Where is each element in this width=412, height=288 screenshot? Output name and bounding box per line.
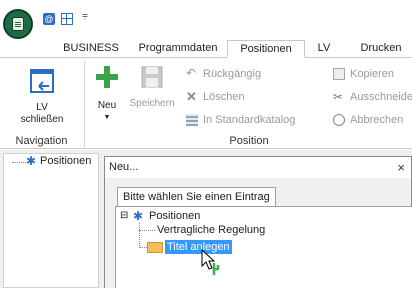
ribbon: LV schließen Navigation Neu ▼ Speichern … [0, 57, 412, 149]
save-icon [141, 66, 163, 88]
ribbon-tabs: BUSINESS Programmdaten Positionen LV Dru… [0, 40, 412, 58]
tab-drucken[interactable]: Drucken [352, 40, 410, 58]
cancel-icon [333, 114, 345, 126]
neu-button[interactable]: Neu ▼ [90, 64, 124, 124]
ausschneiden-label: Ausschneide [350, 91, 412, 103]
speichern-button[interactable]: Speichern [128, 64, 176, 110]
grid-icon[interactable] [61, 13, 73, 25]
app-orb-icon[interactable] [3, 9, 33, 39]
close-lv-icon [30, 69, 54, 93]
tree-item-vertragliche-regelung[interactable]: Vertragliche Regelung [157, 223, 265, 237]
group-separator [84, 61, 85, 148]
tab-choose-entry[interactable]: Bitte wählen Sie einen Eintrag [117, 187, 276, 206]
neu-label: Neu [97, 100, 117, 111]
loeschen-label: Löschen [203, 91, 245, 103]
undo-icon: ↶ [186, 66, 197, 80]
tab-lv[interactable]: LV [312, 40, 336, 58]
puzzle-icon: ✱ [133, 209, 144, 223]
title-bar: @ ⩦ [0, 0, 412, 40]
abbrechen-label: Abbrechen [350, 114, 404, 126]
lv-label-line1: LV [36, 102, 48, 113]
tree-item-positionen[interactable]: Positionen [40, 154, 91, 168]
speichern-label: Speichern [129, 98, 175, 109]
tree-connector [139, 223, 140, 248]
plus-icon [96, 66, 118, 88]
tree-connector [139, 230, 155, 231]
close-icon[interactable]: × [397, 160, 405, 175]
folder-icon [147, 242, 163, 253]
tab-programmdaten[interactable]: Programmdaten [134, 40, 222, 58]
chevron-down-icon: ▼ [103, 114, 111, 121]
cut-icon: ✂ [333, 90, 344, 104]
group-label-position: Position [229, 135, 269, 147]
group-label-navigation: Navigation [15, 135, 68, 147]
new-item-dialog: Neu... × Bitte wählen Sie einen Eintrag … [104, 156, 412, 288]
positions-tree-panel: ✱ Positionen [3, 153, 99, 288]
in-standardkatalog-label: In Standardkatalog [203, 114, 296, 126]
drag-cursor-icon [201, 248, 220, 275]
dialog-title: Neu... [109, 161, 139, 173]
tree-connector [12, 162, 26, 163]
tab-business[interactable]: BUSINESS [62, 40, 120, 58]
delete-icon: ✕ [186, 89, 197, 104]
copy-icon [333, 68, 345, 80]
tree-expander[interactable]: ⊟ [120, 209, 128, 223]
rueckgaengig-label: Rückgängig [203, 68, 262, 80]
tree-connector [139, 247, 147, 248]
puzzle-icon: ✱ [26, 154, 37, 168]
lv-label-line2: schließen [20, 114, 64, 125]
kopieren-label: Kopieren [350, 68, 395, 80]
tree-root-positionen[interactable]: Positionen [149, 209, 200, 223]
tab-positionen[interactable]: Positionen [227, 40, 305, 58]
email-icon[interactable]: @ [43, 13, 55, 25]
more-icon[interactable]: ⩦ [82, 10, 88, 21]
lv-schliessen-button[interactable]: LV schließen [17, 66, 67, 126]
entry-tree: ⊟ ✱ Positionen Vertragliche Regelung Tit… [115, 206, 412, 288]
catalog-icon [186, 114, 198, 126]
